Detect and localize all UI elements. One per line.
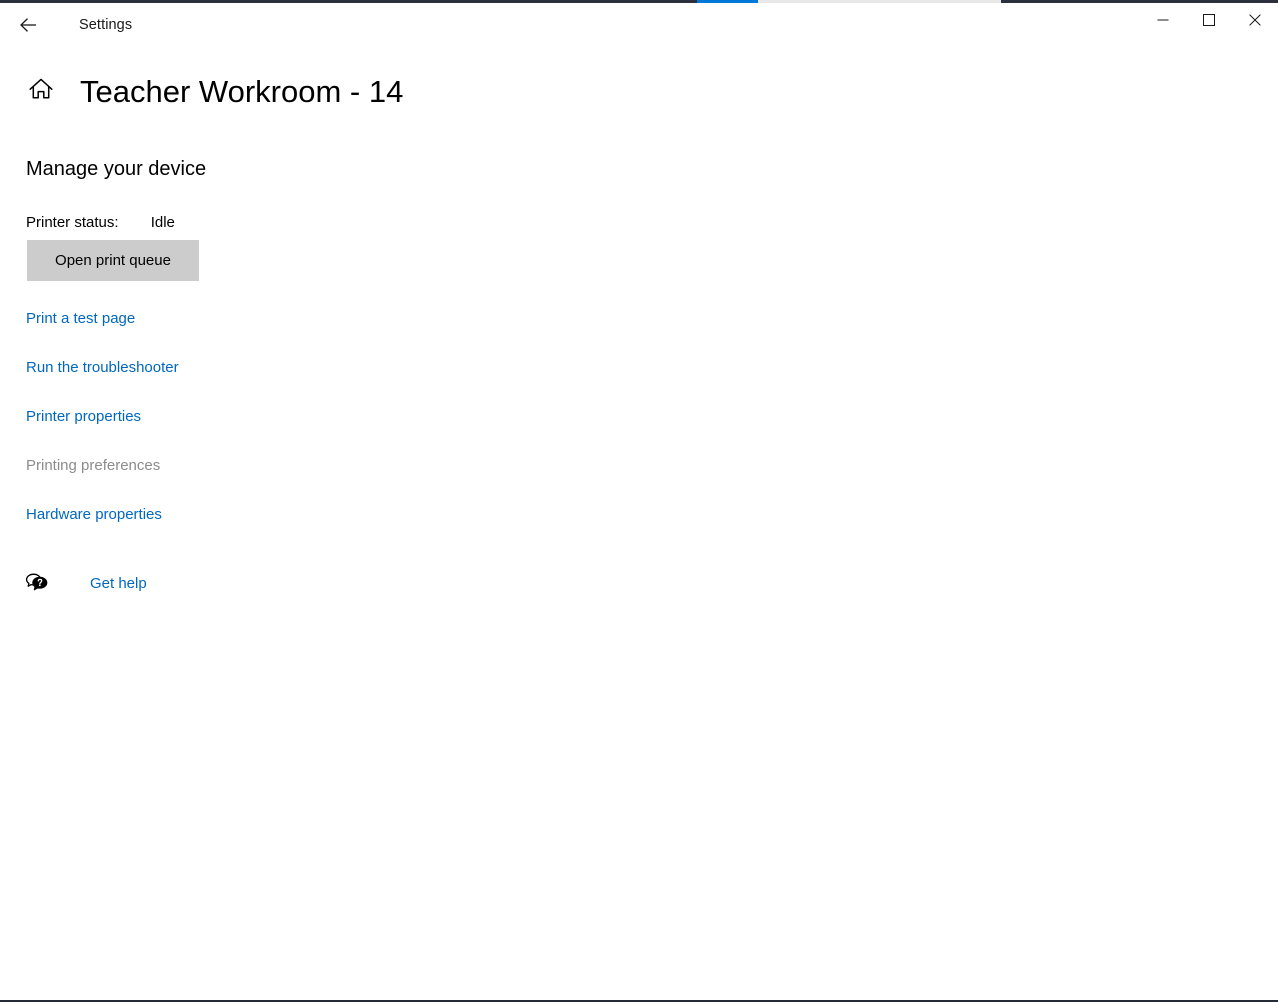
link-printing-preferences: Printing preferences xyxy=(26,457,161,474)
title-bar: Settings xyxy=(0,3,1278,47)
section-heading: Manage your device xyxy=(26,158,207,180)
printer-status-value: Idle xyxy=(150,214,175,231)
home-button[interactable] xyxy=(24,74,58,108)
maximize-icon xyxy=(1203,14,1215,26)
close-icon xyxy=(1249,14,1261,26)
link-run-the-troubleshooter[interactable]: Run the troubleshooter xyxy=(26,359,179,377)
home-icon xyxy=(28,76,54,107)
settings-window: Settings Teacher Workroom - 14 Manage yo… xyxy=(0,0,1278,1002)
page-title: Teacher Workroom - 14 xyxy=(80,73,404,109)
get-help-label[interactable]: Get help xyxy=(90,576,147,591)
titlebar-title: Settings xyxy=(79,16,133,33)
link-print-a-test-page[interactable]: Print a test page xyxy=(26,310,135,328)
printer-status-label: Printer status: xyxy=(26,214,119,231)
maximize-button[interactable] xyxy=(1186,4,1232,36)
back-arrow-icon xyxy=(17,14,39,36)
window-controls xyxy=(1140,3,1278,47)
link-printer-properties[interactable]: Printer properties xyxy=(26,408,141,426)
page-header: Teacher Workroom - 14 xyxy=(0,66,403,116)
printer-status-row: Printer status: Idle xyxy=(26,214,175,232)
link-hardware-properties[interactable]: Hardware properties xyxy=(26,506,162,524)
close-button[interactable] xyxy=(1232,4,1278,36)
minimize-icon xyxy=(1157,14,1169,26)
help-bubble-icon xyxy=(24,570,50,596)
back-button[interactable] xyxy=(5,9,51,41)
minimize-button[interactable] xyxy=(1140,4,1186,36)
get-help-row[interactable]: Get help xyxy=(24,570,147,596)
open-print-queue-button[interactable]: Open print queue xyxy=(27,240,199,281)
